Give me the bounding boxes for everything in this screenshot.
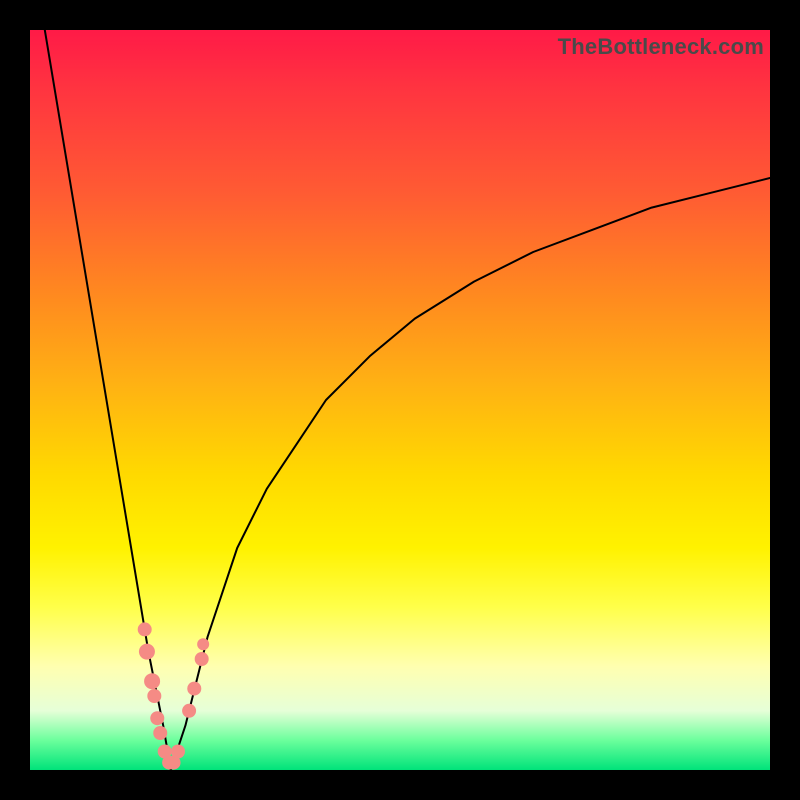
marker-dot (153, 726, 167, 740)
curve-right-branch (171, 178, 770, 770)
marker-dot (139, 644, 155, 660)
marker-dot (187, 682, 201, 696)
bottleneck-curve (30, 30, 770, 770)
marker-dot (197, 638, 209, 650)
marker-dot (144, 673, 160, 689)
marker-dot (195, 652, 209, 666)
marker-dot (182, 704, 196, 718)
marker-dot (147, 689, 161, 703)
plot-area: TheBottleneck.com (30, 30, 770, 770)
marker-dot (171, 745, 185, 759)
chart-frame: TheBottleneck.com (0, 0, 800, 800)
marker-dot (150, 711, 164, 725)
marker-dot (138, 622, 152, 636)
curve-left-branch (45, 30, 171, 770)
